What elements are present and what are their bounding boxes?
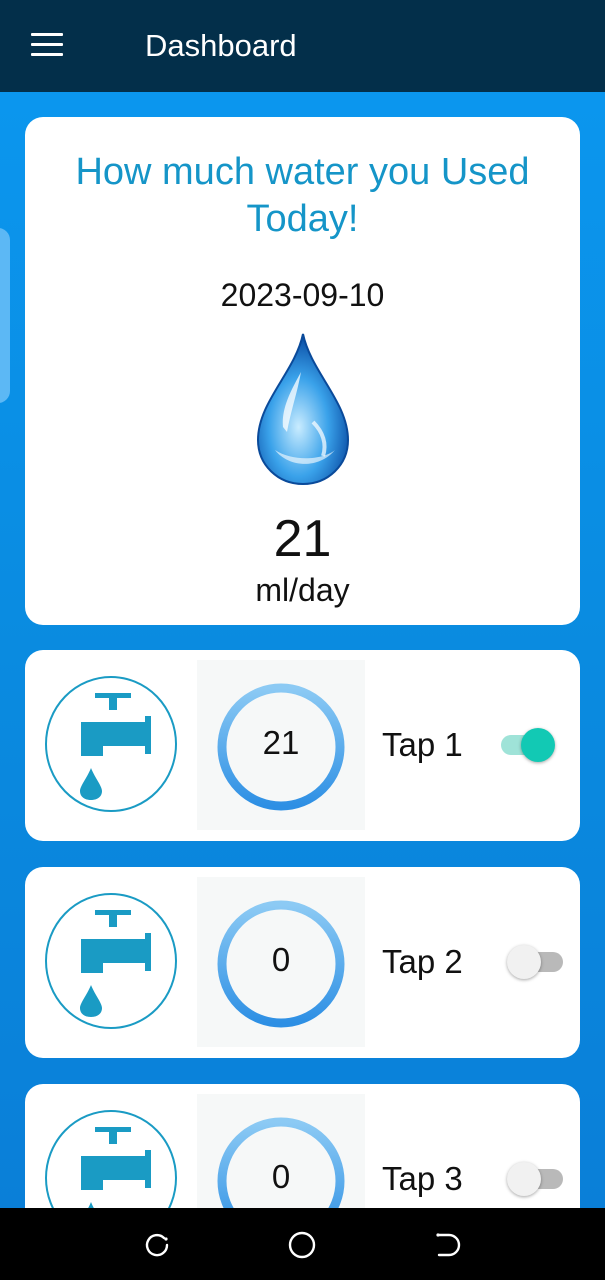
faucet-icon	[45, 676, 177, 812]
usage-gauge: 0	[197, 877, 365, 1047]
back-icon[interactable]	[433, 1230, 463, 1260]
app-bar: Dashboard	[0, 0, 605, 92]
page-title: Dashboard	[145, 28, 297, 63]
tap-label: Tap 3	[382, 1160, 463, 1197]
tap-card-1[interactable]: 21 Tap 1	[25, 650, 580, 841]
usage-gauge: 21	[197, 660, 365, 830]
tap-label: Tap 1	[382, 726, 463, 763]
faucet-icon	[45, 1110, 177, 1208]
summary-title: How much water you Used Today!	[75, 151, 530, 240]
recent-apps-icon[interactable]	[142, 1230, 172, 1260]
home-icon[interactable]	[287, 1230, 317, 1260]
summary-date: 2023-09-10	[220, 277, 385, 313]
tap-1-toggle[interactable]	[497, 725, 557, 765]
summary-unit: ml/day	[255, 572, 350, 608]
hamburger-menu-icon[interactable]	[31, 33, 63, 57]
gauge-value: 21	[262, 724, 300, 761]
faucet-icon	[45, 893, 177, 1029]
gauge-value: 0	[271, 1158, 291, 1195]
tap-card-2[interactable]: 0 Tap 2	[25, 867, 580, 1058]
gauge-value: 0	[271, 941, 291, 978]
usage-summary-card: How much water you Used Today! 2023-09-1…	[25, 117, 580, 625]
dashboard-content[interactable]: How much water you Used Today! 2023-09-1…	[0, 92, 605, 1208]
water-drop-icon	[256, 333, 350, 486]
tap-card-3[interactable]: 0 Tap 3	[25, 1084, 580, 1208]
tap-3-toggle[interactable]	[507, 1159, 567, 1199]
summary-value: 21	[273, 510, 332, 568]
system-nav-bar	[0, 1208, 605, 1280]
drawer-handle[interactable]	[0, 228, 10, 403]
tap-2-toggle[interactable]	[507, 942, 567, 982]
tap-label: Tap 2	[382, 943, 463, 980]
usage-gauge: 0	[197, 1094, 365, 1208]
